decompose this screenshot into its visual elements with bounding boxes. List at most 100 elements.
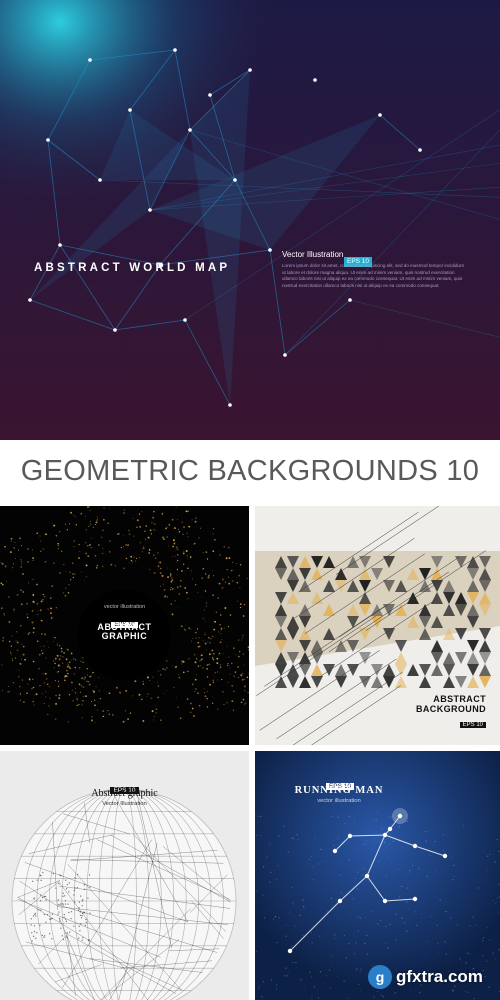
particle — [72, 576, 75, 579]
particle — [226, 645, 228, 647]
particle — [225, 557, 228, 560]
particle — [136, 557, 138, 559]
particle — [180, 570, 183, 572]
particle — [209, 642, 211, 644]
particle — [6, 580, 8, 582]
particle — [234, 671, 237, 673]
particle — [40, 550, 42, 553]
joint-node — [332, 848, 338, 854]
particle — [96, 519, 98, 521]
particle — [178, 676, 181, 679]
star-particle — [357, 930, 359, 932]
particle — [183, 661, 185, 663]
particle — [66, 665, 69, 668]
particle — [19, 699, 21, 701]
particle — [73, 673, 76, 675]
particle — [16, 649, 19, 652]
particle — [79, 684, 81, 686]
particle — [42, 548, 45, 551]
particle — [42, 673, 44, 675]
watermark-text: gfxtra.com — [396, 967, 483, 986]
particle — [148, 552, 151, 554]
particle — [155, 708, 158, 711]
star-particle — [375, 819, 377, 821]
map-dot — [82, 899, 84, 901]
particle — [152, 676, 154, 678]
particle — [233, 690, 235, 692]
particle — [232, 561, 234, 563]
network-node — [268, 248, 272, 252]
star-particle — [285, 967, 287, 969]
star-particle — [377, 923, 379, 925]
map-dot — [59, 920, 61, 922]
particle — [160, 567, 162, 570]
network-node — [88, 58, 92, 62]
star-particle — [286, 975, 288, 977]
map-dot — [79, 914, 82, 916]
map-dot — [43, 936, 45, 938]
particle — [45, 657, 47, 659]
star-particle — [406, 930, 408, 932]
particle — [98, 676, 100, 678]
star-particle — [420, 913, 422, 915]
star-particle — [348, 815, 350, 817]
particle — [56, 644, 58, 646]
hero-vector-label: Vector Illustration — [282, 250, 344, 259]
star-particle — [341, 944, 343, 946]
particle — [201, 577, 204, 580]
star-particle — [325, 975, 327, 977]
particle — [12, 682, 14, 684]
star-particle — [329, 987, 331, 989]
particle — [219, 554, 221, 556]
particle — [147, 536, 150, 539]
star-particle — [489, 853, 491, 856]
star-particle — [395, 939, 397, 941]
star-particle — [458, 867, 460, 869]
star-particle — [489, 939, 491, 941]
particle — [65, 587, 67, 589]
thumb4-title: RUNNING MAN — [294, 785, 384, 796]
particle — [48, 705, 50, 707]
particle — [18, 676, 20, 678]
particle — [222, 653, 224, 655]
network-node — [348, 298, 352, 302]
particle — [176, 561, 178, 563]
particle — [130, 559, 133, 562]
map-dot — [38, 908, 40, 911]
particle — [183, 550, 185, 552]
particle — [92, 526, 94, 528]
particle — [205, 551, 208, 554]
map-dot — [60, 927, 62, 929]
map-dot — [33, 925, 36, 927]
star-particle — [429, 854, 431, 856]
star-particle — [276, 984, 278, 986]
particle — [174, 555, 176, 557]
particle — [51, 523, 53, 525]
particle — [211, 569, 213, 571]
particle — [66, 663, 68, 665]
star-particle — [379, 907, 382, 909]
map-dot — [30, 918, 32, 920]
triangle-tile — [455, 652, 467, 664]
star-particle — [285, 935, 287, 937]
particle — [153, 523, 156, 525]
triangle-tile — [443, 664, 455, 676]
particle — [15, 657, 17, 659]
particle — [67, 591, 70, 594]
particle — [55, 694, 57, 697]
triangle-tile — [311, 676, 323, 688]
particle — [187, 597, 189, 600]
star-particle — [431, 911, 433, 913]
particle — [227, 663, 229, 665]
particle — [217, 679, 219, 681]
map-dot — [59, 918, 61, 920]
particle — [155, 712, 157, 714]
particle — [178, 593, 180, 595]
particle — [88, 506, 90, 508]
joint-node — [364, 873, 370, 879]
particle — [110, 563, 113, 566]
map-dot — [80, 917, 83, 919]
star-particle — [421, 917, 423, 919]
particle — [65, 570, 66, 572]
particle — [20, 563, 22, 565]
